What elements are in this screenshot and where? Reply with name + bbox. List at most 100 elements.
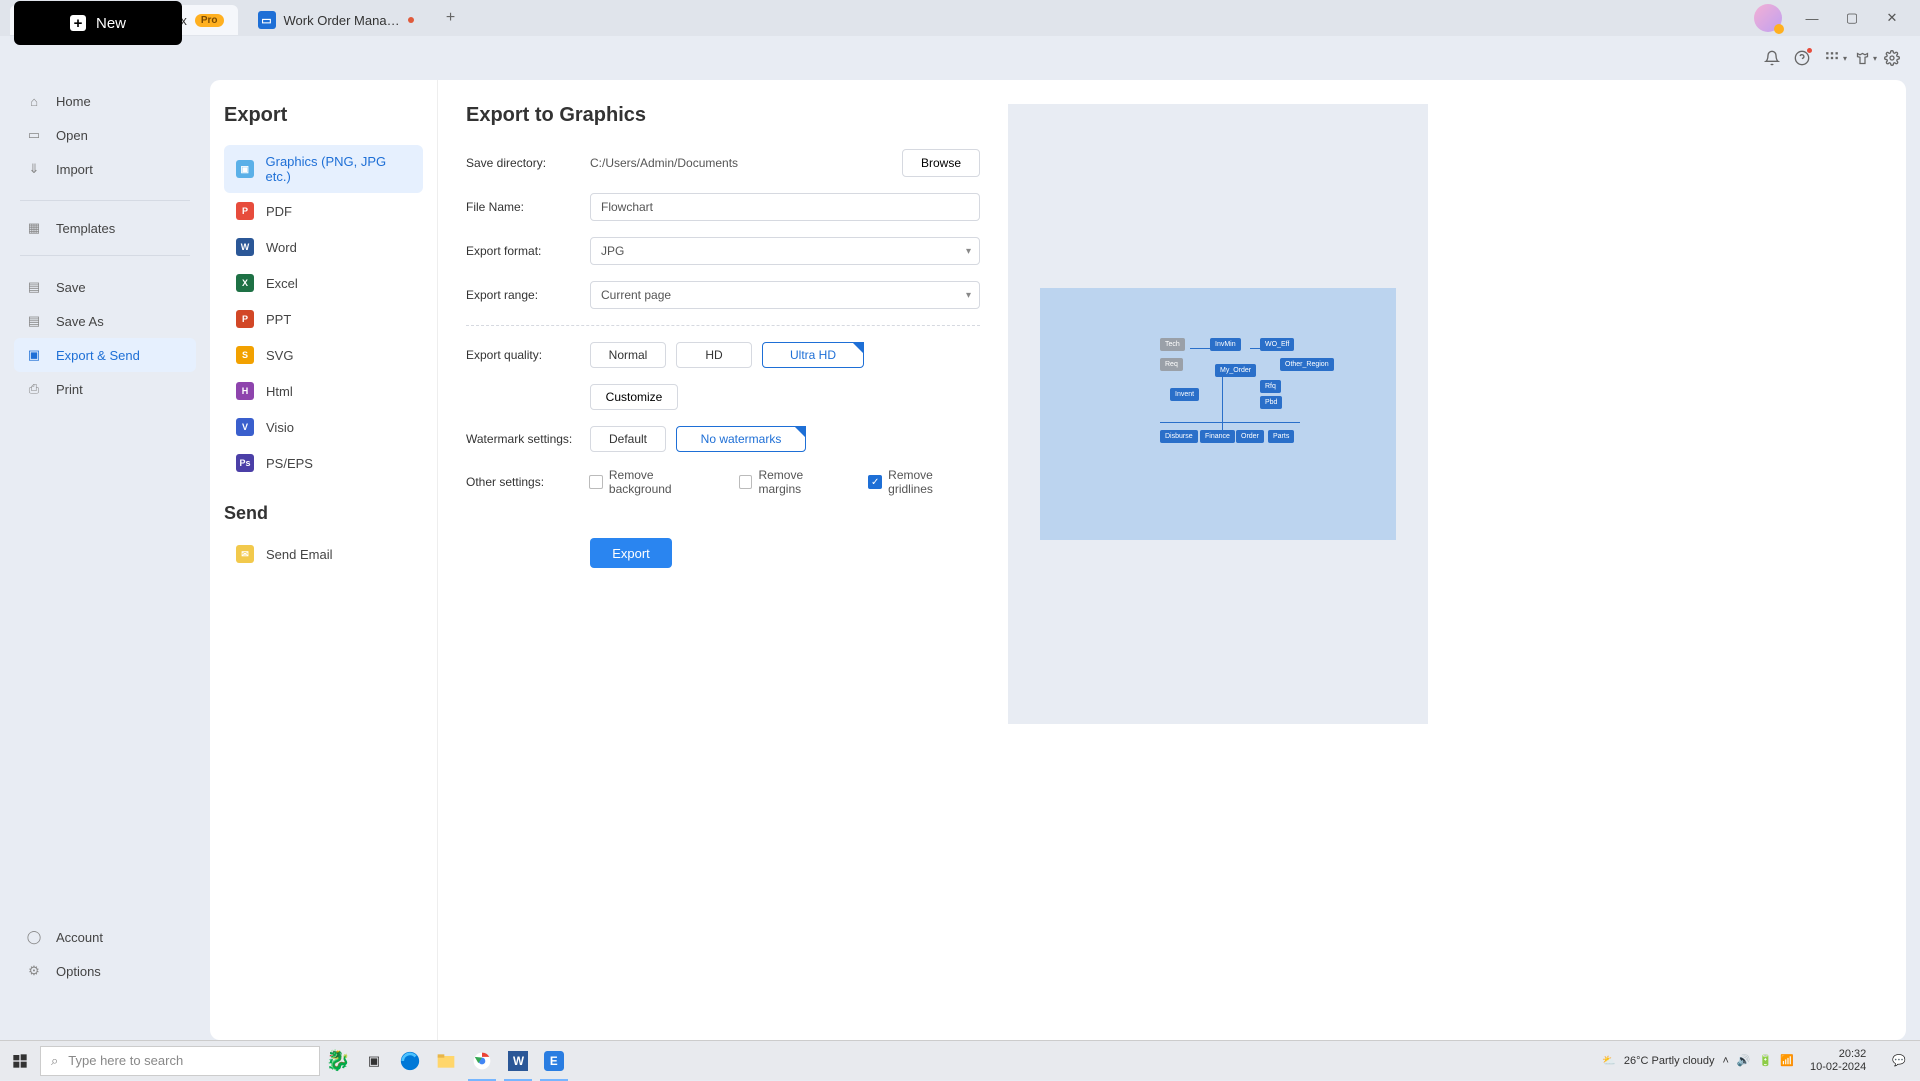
clock[interactable]: 20:32 10-02-2024	[1802, 1048, 1874, 1074]
checkbox-remove-gridlines[interactable]: ✓Remove gridlines	[868, 468, 980, 496]
sidebar-item-save[interactable]: ▤ Save	[14, 270, 196, 304]
save-dir-value: C:/Users/Admin/Documents	[590, 156, 892, 170]
tray-chevron-icon[interactable]: ˄	[1722, 1055, 1728, 1067]
battery-icon[interactable]: 🔋	[1759, 1054, 1773, 1067]
format-label: Export format:	[466, 244, 590, 258]
word-icon[interactable]: W	[500, 1041, 536, 1081]
svg-icon: S	[236, 346, 254, 364]
export-item-pdf[interactable]: PPDF	[224, 193, 423, 229]
quality-label: Export quality:	[466, 348, 590, 362]
svg-text:E: E	[550, 1055, 558, 1068]
notifications-icon[interactable]: 💬	[1882, 1054, 1916, 1067]
format-select[interactable]: JPG	[590, 237, 980, 265]
tab-label: Work Order Mana…	[284, 13, 400, 28]
edrawmax-icon[interactable]: E	[536, 1041, 572, 1081]
customize-button[interactable]: Customize	[590, 384, 678, 410]
weather-text[interactable]: 26°C Partly cloudy	[1624, 1055, 1715, 1067]
watermark-label: Watermark settings:	[466, 432, 590, 446]
bell-icon[interactable]	[1764, 50, 1780, 66]
tab-add-button[interactable]: +	[438, 5, 464, 31]
minimize-button[interactable]: —	[1792, 3, 1832, 33]
weather-icon[interactable]: ⛅	[1602, 1054, 1616, 1067]
image-icon: ▣	[236, 160, 254, 178]
templates-icon: ▦	[26, 220, 42, 236]
chrome-icon[interactable]	[464, 1041, 500, 1081]
maximize-button[interactable]: ▢	[1832, 3, 1872, 33]
close-button[interactable]: ✕	[1872, 3, 1912, 33]
quality-hd[interactable]: HD	[676, 342, 752, 368]
item-label: Options	[56, 964, 101, 979]
export-button[interactable]: Export	[590, 538, 672, 568]
el-label: PDF	[266, 204, 292, 219]
export-item-graphics[interactable]: ▣Graphics (PNG, JPG etc.)	[224, 145, 423, 193]
shirt-icon[interactable]: ▾	[1854, 50, 1870, 66]
sidebar-item-home[interactable]: ⌂ Home	[14, 84, 196, 118]
sidebar-item-import[interactable]: ⇓ Import	[14, 152, 196, 186]
checkbox-icon: ✓	[868, 475, 882, 489]
gear-icon[interactable]	[1884, 50, 1900, 66]
volume-icon[interactable]: 🔊	[1737, 1054, 1751, 1067]
sidebar-item-options[interactable]: ⚙Options	[14, 954, 196, 988]
save-as-icon: ▤	[26, 313, 42, 329]
export-icon: ▣	[26, 347, 42, 363]
main: ⌂ Home ▭Open ⇓ Import ▦Templates ▤ Save ▤ Sa…	[0, 80, 1920, 1040]
visio-icon: V	[236, 418, 254, 436]
wifi-icon[interactable]: 📶	[1780, 1054, 1794, 1067]
svg-text:W: W	[513, 1055, 524, 1068]
import-icon: ⇓	[26, 161, 42, 177]
home-icon: ⌂	[26, 93, 42, 109]
el-label: SVG	[266, 348, 293, 363]
tab-document[interactable]: ▭ Work Order Mana…	[250, 5, 428, 35]
el-label: Word	[266, 240, 297, 255]
explorer-icon[interactable]	[428, 1041, 464, 1081]
quality-normal[interactable]: Normal	[590, 342, 666, 368]
item-label: Home	[56, 94, 91, 109]
preview-canvas: Tech Req InvMin WO_Eff My_Order Other_Re…	[1040, 288, 1396, 540]
send-item-email[interactable]: ✉Send Email	[224, 536, 423, 572]
browse-button[interactable]: Browse	[902, 149, 980, 177]
export-item-excel[interactable]: XExcel	[224, 265, 423, 301]
filename-input[interactable]	[590, 193, 980, 221]
save-icon: ▤	[26, 279, 42, 295]
edge-icon[interactable]	[392, 1041, 428, 1081]
item-label: Import	[56, 162, 93, 177]
sidebar-item-print[interactable]: ⎙Print	[14, 372, 196, 406]
quality-ultra-hd[interactable]: Ultra HD	[762, 342, 864, 368]
export-item-word[interactable]: WWord	[224, 229, 423, 265]
task-view-icon[interactable]: ▣	[356, 1041, 392, 1081]
watermark-none[interactable]: No watermarks	[676, 426, 806, 452]
search-placeholder: Type here to search	[68, 1053, 183, 1068]
range-select[interactable]: Current page	[590, 281, 980, 309]
export-item-svg[interactable]: S SVG	[224, 337, 423, 373]
item-label: Save	[56, 280, 86, 295]
export-item-ps[interactable]: PsPS/EPS	[224, 445, 423, 481]
sidebar-item-open[interactable]: ▭Open	[14, 118, 196, 152]
print-icon: ⎙	[26, 381, 42, 397]
export-item-html[interactable]: HHtml	[224, 373, 423, 409]
taskbar: ⌕ Type here to search 🐉 ▣ W E ⛅ 26°C Par…	[0, 1040, 1920, 1080]
export-heading: Export	[224, 104, 423, 127]
panel: Export ▣Graphics (PNG, JPG etc.) PPDF WW…	[210, 80, 1906, 1040]
mail-icon: ✉	[236, 545, 254, 563]
taskbar-search[interactable]: ⌕ Type here to search	[40, 1046, 320, 1076]
watermark-default[interactable]: Default	[590, 426, 666, 452]
checkbox-remove-background[interactable]: Remove background	[589, 468, 719, 496]
start-button[interactable]	[0, 1041, 40, 1081]
export-list: Export ▣Graphics (PNG, JPG etc.) PPDF WW…	[210, 80, 438, 1040]
checkbox-remove-margins[interactable]: Remove margins	[739, 468, 849, 496]
dragon-icon[interactable]: 🐉	[320, 1041, 356, 1081]
other-label: Other settings:	[466, 475, 589, 489]
help-icon[interactable]	[1794, 50, 1810, 66]
avatar[interactable]	[1754, 4, 1782, 32]
new-button[interactable]: + New	[14, 1, 182, 45]
top-strip: + New ▾ ▾	[0, 36, 1920, 80]
sidebar-item-export-send[interactable]: ▣Export & Send	[14, 338, 196, 372]
export-item-ppt[interactable]: PPPT	[224, 301, 423, 337]
apps-icon[interactable]: ▾	[1824, 50, 1840, 66]
sidebar-item-account[interactable]: ◯Account	[14, 920, 196, 954]
sidebar-item-save-as[interactable]: ▤ Save As	[14, 304, 196, 338]
export-item-visio[interactable]: VVisio	[224, 409, 423, 445]
sidebar-item-templates[interactable]: ▦Templates	[14, 211, 196, 245]
new-label: New	[96, 15, 126, 32]
item-label: Save As	[56, 314, 104, 329]
